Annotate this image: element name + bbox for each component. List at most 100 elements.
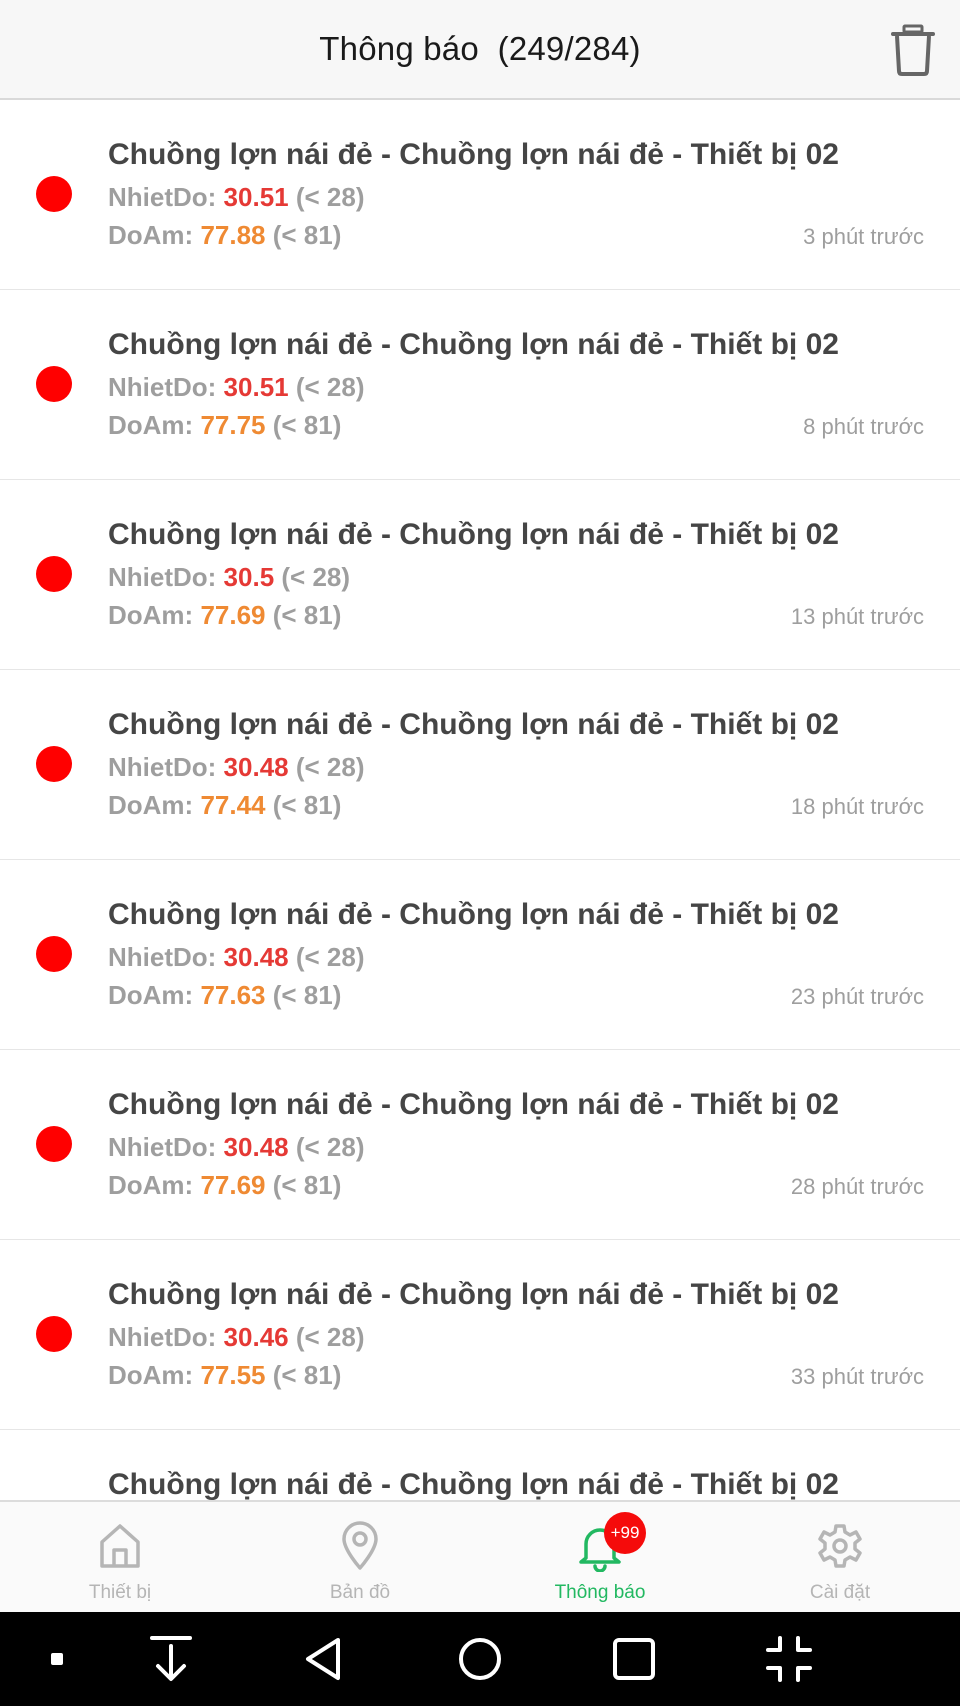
temperature-line: NhietDo: 30.51 (< 28) bbox=[108, 372, 365, 403]
notification-list[interactable]: Chuồng lợn nái đẻ - Chuồng lợn nái đẻ - … bbox=[0, 100, 960, 1500]
map-pin-icon bbox=[342, 1521, 378, 1570]
temp-limit: (< 28) bbox=[274, 562, 351, 592]
alert-dot bbox=[36, 936, 72, 972]
humidity-line: DoAm: 77.69 (< 81) bbox=[108, 600, 341, 631]
humidity-label: DoAm: bbox=[108, 1360, 201, 1390]
timestamp: 28 phút trước bbox=[790, 1174, 924, 1199]
temperature-line: NhietDo: 30.48 (< 28) bbox=[108, 1132, 365, 1163]
temp-label: NhietDo: bbox=[108, 372, 224, 402]
timestamp: 8 phút trước bbox=[803, 414, 924, 439]
humidity-limit: (< 81) bbox=[265, 600, 342, 630]
temp-limit: (< 28) bbox=[288, 1322, 365, 1352]
timestamp: 33 phút trước bbox=[790, 1364, 924, 1389]
humidity-limit: (< 81) bbox=[265, 980, 342, 1010]
tab-label: Cài đặt bbox=[809, 1582, 871, 1603]
humidity-line: DoAm: 77.75 (< 81) bbox=[108, 410, 341, 441]
temperature-line: NhietDo: 30.48 (< 28) bbox=[108, 942, 365, 973]
timestamp: 23 phút trước bbox=[790, 984, 924, 1009]
alert-dot bbox=[36, 746, 72, 782]
temp-limit: (< 28) bbox=[288, 1132, 365, 1162]
temp-value: 30.46 bbox=[223, 1322, 289, 1352]
humidity-label: DoAm: bbox=[108, 600, 201, 630]
humidity-value: 77.69 bbox=[200, 1170, 266, 1200]
humidity-label: DoAm: bbox=[108, 410, 201, 440]
temp-label: NhietDo: bbox=[108, 562, 224, 592]
humidity-line: DoAm: 77.63 (< 81) bbox=[108, 980, 341, 1011]
temp-limit: (< 28) bbox=[288, 182, 365, 212]
download-arrow-icon[interactable] bbox=[146, 1634, 196, 1684]
notification-title: Chuồng lợn nái đẻ - Chuồng lợn nái đẻ - … bbox=[108, 1278, 839, 1311]
system-navigation-bar bbox=[0, 1612, 960, 1706]
notification-title: Chuồng lợn nái đẻ - Chuồng lợn nái đẻ - … bbox=[108, 1088, 839, 1121]
tab-label: Thông báo bbox=[554, 1582, 646, 1603]
humidity-limit: (< 81) bbox=[265, 220, 342, 250]
temp-limit: (< 28) bbox=[288, 942, 365, 972]
humidity-line: DoAm: 77.88 (< 81) bbox=[108, 220, 341, 251]
temp-value: 30.5 bbox=[223, 562, 275, 592]
tab-settings[interactable]: Cài đặt bbox=[720, 1502, 960, 1612]
humidity-label: DoAm: bbox=[108, 790, 201, 820]
app-header: Thông báo (249/284) bbox=[0, 0, 960, 100]
notification-item[interactable]: Chuồng lợn nái đẻ - Chuồng lợn nái đẻ - … bbox=[0, 670, 960, 860]
temperature-line: NhietDo: 30.46 (< 28) bbox=[108, 1322, 365, 1353]
notification-title: Chuồng lợn nái đẻ - Chuồng lợn nái đẻ - … bbox=[108, 518, 839, 551]
trash-icon[interactable] bbox=[890, 24, 936, 76]
notification-title: Chuồng lợn nái đẻ - Chuồng lợn nái đẻ - … bbox=[108, 708, 839, 741]
humidity-line: DoAm: 77.55 (< 81) bbox=[108, 1360, 341, 1391]
notification-item[interactable]: Chuồng lợn nái đẻ - Chuồng lợn nái đẻ - … bbox=[0, 100, 960, 290]
temperature-line: NhietDo: 30.5 (< 28) bbox=[108, 562, 350, 593]
collapse-corners-icon[interactable] bbox=[764, 1634, 814, 1684]
notification-item[interactable]: Chuồng lợn nái đẻ - Chuồng lợn nái đẻ - … bbox=[0, 480, 960, 670]
tab-devices[interactable]: Thiết bị bbox=[0, 1502, 240, 1612]
notification-title: Chuồng lợn nái đẻ - Chuồng lợn nái đẻ - … bbox=[108, 898, 839, 931]
humidity-limit: (< 81) bbox=[265, 790, 342, 820]
timestamp: 18 phút trước bbox=[790, 794, 924, 819]
timestamp: 13 phút trước bbox=[790, 604, 924, 629]
temp-limit: (< 28) bbox=[288, 372, 365, 402]
humidity-label: DoAm: bbox=[108, 1170, 201, 1200]
temp-limit: (< 28) bbox=[288, 752, 365, 782]
notification-item[interactable]: Chuồng lợn nái đẻ - Chuồng lợn nái đẻ - … bbox=[0, 860, 960, 1050]
humidity-value: 77.88 bbox=[200, 220, 266, 250]
alert-dot bbox=[36, 366, 72, 402]
temp-value: 30.51 bbox=[223, 182, 289, 212]
timestamp: 3 phút trước bbox=[803, 224, 924, 249]
tab-label: Thiết bị bbox=[88, 1582, 152, 1603]
tab-map[interactable]: Bản đồ bbox=[240, 1502, 480, 1612]
humidity-value: 77.63 bbox=[200, 980, 266, 1010]
home-circle-icon[interactable] bbox=[455, 1634, 505, 1684]
notification-item[interactable]: Chuồng lợn nái đẻ - Chuồng lợn nái đẻ - … bbox=[0, 290, 960, 480]
notification-title: Chuồng lợn nái đẻ - Chuồng lợn nái đẻ - … bbox=[108, 1468, 839, 1500]
humidity-value: 77.75 bbox=[200, 410, 266, 440]
humidity-line: DoAm: 77.69 (< 81) bbox=[108, 1170, 341, 1201]
gear-icon bbox=[818, 1524, 862, 1568]
alert-dot bbox=[36, 1126, 72, 1162]
square-dot-icon[interactable] bbox=[32, 1634, 82, 1684]
humidity-limit: (< 81) bbox=[265, 1170, 342, 1200]
humidity-label: DoAm: bbox=[108, 980, 201, 1010]
temp-label: NhietDo: bbox=[108, 1322, 224, 1352]
tab-notifications[interactable]: +99 Thông báo bbox=[480, 1502, 720, 1612]
temp-label: NhietDo: bbox=[108, 182, 224, 212]
humidity-limit: (< 81) bbox=[265, 1360, 342, 1390]
temp-label: NhietDo: bbox=[108, 752, 224, 782]
alert-dot bbox=[36, 176, 72, 212]
alert-dot bbox=[36, 556, 72, 592]
back-triangle-icon[interactable] bbox=[300, 1634, 350, 1684]
temperature-line: NhietDo: 30.51 (< 28) bbox=[108, 182, 365, 213]
humidity-line: DoAm: 77.44 (< 81) bbox=[108, 790, 341, 821]
notification-title: Chuồng lợn nái đẻ - Chuồng lợn nái đẻ - … bbox=[108, 328, 839, 361]
humidity-limit: (< 81) bbox=[265, 410, 342, 440]
temp-label: NhietDo: bbox=[108, 1132, 224, 1162]
temp-value: 30.48 bbox=[223, 752, 289, 782]
recents-square-icon[interactable] bbox=[609, 1634, 659, 1684]
notification-item[interactable]: Chuồng lợn nái đẻ - Chuồng lợn nái đẻ - … bbox=[0, 1050, 960, 1240]
bottom-tab-bar: Thiết bị Bản đồ +99 Thông báo Cài đặt bbox=[0, 1500, 960, 1612]
temperature-line: NhietDo: 30.48 (< 28) bbox=[108, 752, 365, 783]
alert-dot bbox=[36, 1316, 72, 1352]
notification-item[interactable]: Chuồng lợn nái đẻ - Chuồng lợn nái đẻ - … bbox=[0, 1240, 960, 1430]
notification-title: Chuồng lợn nái đẻ - Chuồng lợn nái đẻ - … bbox=[108, 138, 839, 171]
tab-label: Bản đồ bbox=[329, 1582, 391, 1603]
notification-item[interactable]: Chuồng lợn nái đẻ - Chuồng lợn nái đẻ - … bbox=[0, 1430, 960, 1500]
temp-value: 30.48 bbox=[223, 942, 289, 972]
